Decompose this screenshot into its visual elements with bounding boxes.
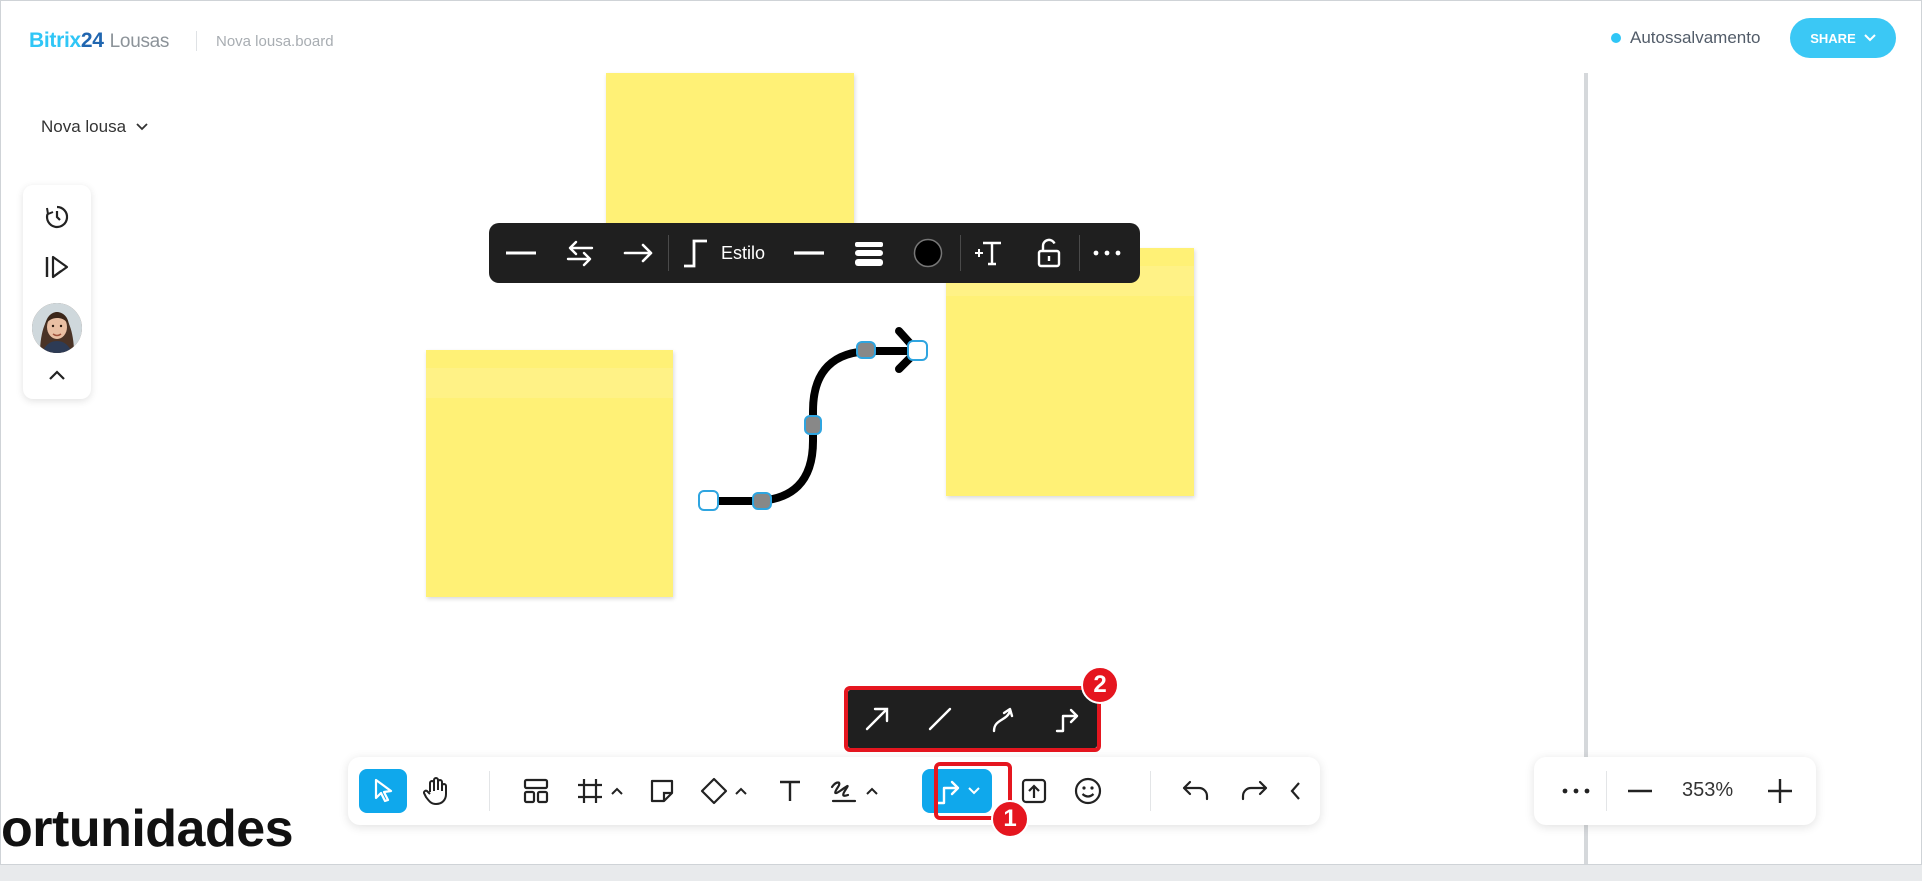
- zoom-out-icon[interactable]: [1618, 769, 1662, 813]
- callout-badge-1: 1: [991, 800, 1029, 838]
- zoom-panel: 353%: [1534, 757, 1816, 825]
- toolbar-separator: [960, 235, 961, 271]
- swap-direction-icon[interactable]: [562, 237, 598, 269]
- toolbar-separator: [668, 235, 669, 271]
- sticky-note-icon[interactable]: [640, 769, 684, 813]
- toolbar-separator: [1150, 771, 1151, 811]
- shapes-tool[interactable]: [694, 769, 754, 813]
- connector-toolbar: Estilo: [489, 223, 1140, 283]
- unlock-icon[interactable]: [1031, 237, 1067, 269]
- redo-icon[interactable]: [1232, 769, 1276, 813]
- line-end-arrow-icon[interactable]: [621, 237, 657, 269]
- more-icon[interactable]: [1089, 237, 1125, 269]
- chevron-up-icon: [611, 787, 623, 795]
- frame-icon: [578, 779, 602, 803]
- collapse-left-icon[interactable]: [1280, 769, 1310, 813]
- canvas-text[interactable]: ortunidades: [1, 799, 294, 859]
- toolbar-separator: [489, 771, 490, 811]
- toolbar-separator: [1079, 235, 1080, 271]
- emoji-icon[interactable]: [1066, 769, 1110, 813]
- callout-badge-2: 2: [1081, 666, 1119, 704]
- style-button[interactable]: Estilo: [681, 237, 785, 269]
- select-pointer-icon[interactable]: [359, 769, 407, 813]
- pen-tool[interactable]: [824, 769, 884, 813]
- templates-icon[interactable]: [514, 769, 558, 813]
- bottom-toolbar: [348, 757, 1320, 825]
- line-start-none-icon[interactable]: [503, 237, 539, 269]
- chevron-up-icon: [866, 787, 878, 795]
- shapes-icon: [700, 777, 728, 805]
- elbow-style-icon: [684, 239, 707, 268]
- hand-pan-icon[interactable]: [414, 769, 458, 813]
- color-swatch-icon[interactable]: [910, 237, 946, 269]
- undo-icon[interactable]: [1174, 769, 1218, 813]
- text-icon[interactable]: [768, 769, 812, 813]
- zoom-level[interactable]: 353%: [1682, 779, 1733, 802]
- frame-tool[interactable]: [570, 769, 630, 813]
- style-label: Estilo: [721, 242, 766, 263]
- whiteboard-window: Bitrix24 Lousas Nova lousa.board Autossal…: [0, 0, 1922, 865]
- line-thickness-icon[interactable]: [851, 237, 887, 269]
- zoom-in-icon[interactable]: [1758, 769, 1802, 813]
- line-dash-icon[interactable]: [791, 237, 827, 269]
- more-icon[interactable]: [1554, 769, 1598, 813]
- chevron-up-icon: [735, 787, 747, 795]
- toolbar-separator: [1606, 771, 1607, 811]
- pen-icon: [830, 781, 857, 803]
- highlight-box: [844, 686, 1101, 752]
- add-text-icon[interactable]: [971, 237, 1007, 269]
